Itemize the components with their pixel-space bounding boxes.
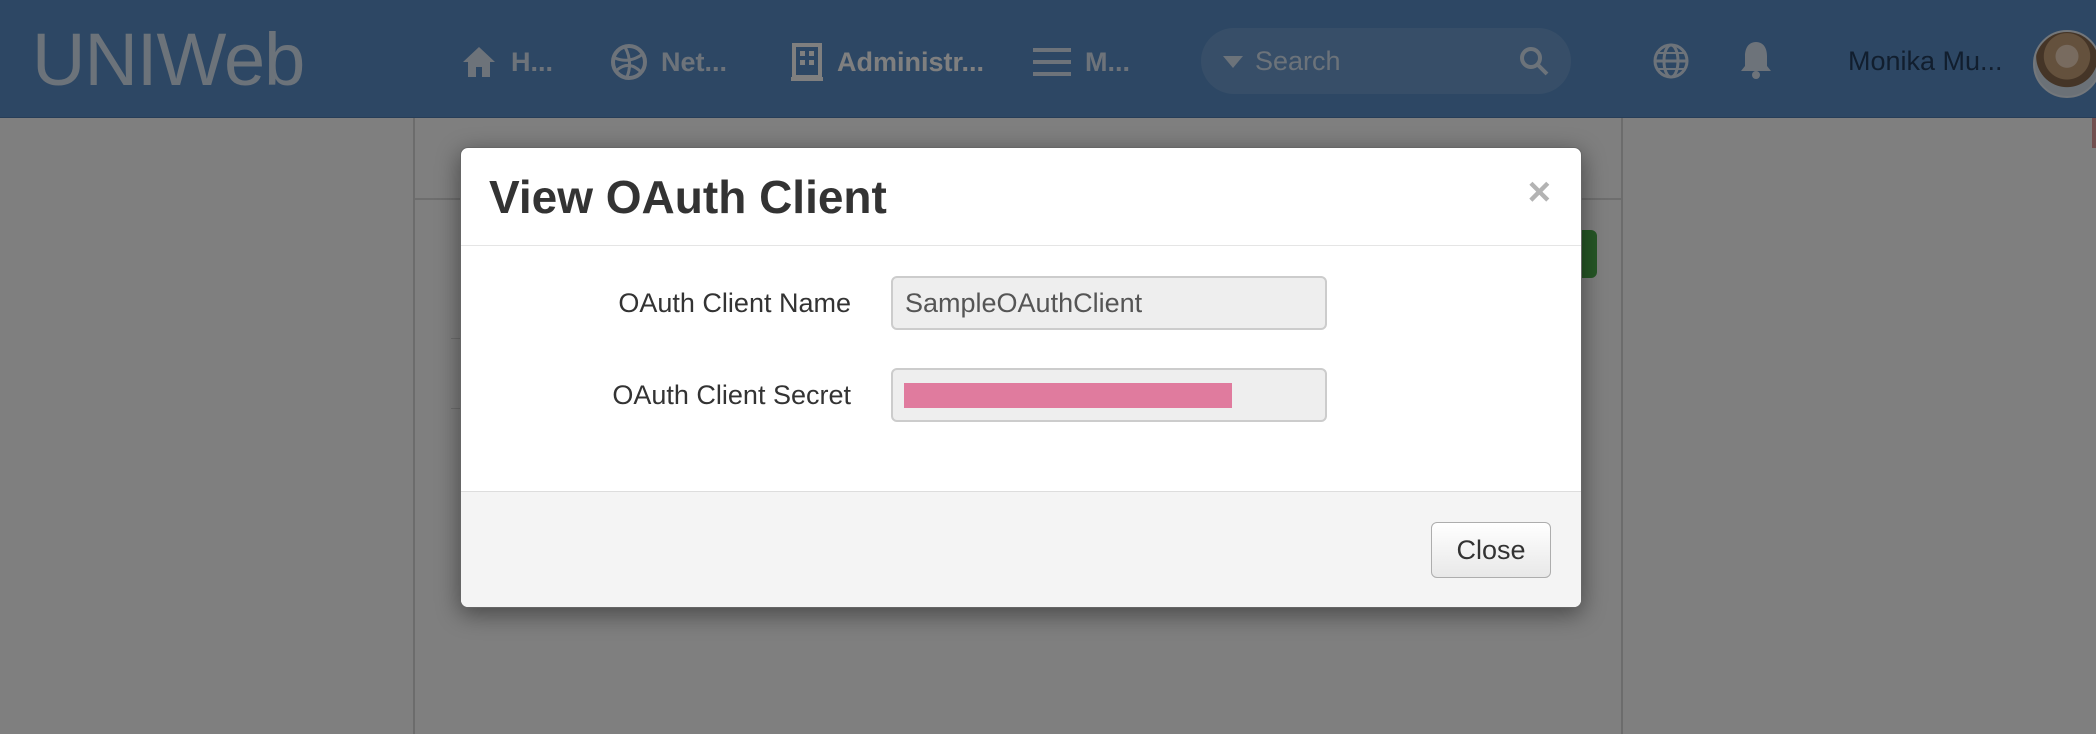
client-secret-label: OAuth Client Secret [612,380,851,410]
view-oauth-client-modal: View OAuth Client × OAuth Client Name OA… [460,147,1582,608]
client-name-label: OAuth Client Name [618,288,851,318]
close-button[interactable]: Close [1431,522,1551,578]
modal-footer: Close [461,491,1581,607]
modal-title: View OAuth Client [489,171,887,223]
modal-header: View OAuth Client × [461,148,1581,246]
close-icon[interactable]: × [1528,170,1551,214]
client-name-field[interactable] [891,276,1327,330]
redaction-bar [904,383,1232,408]
client-secret-row: OAuth Client Secret [461,368,1581,424]
client-name-row: OAuth Client Name [461,276,1581,332]
